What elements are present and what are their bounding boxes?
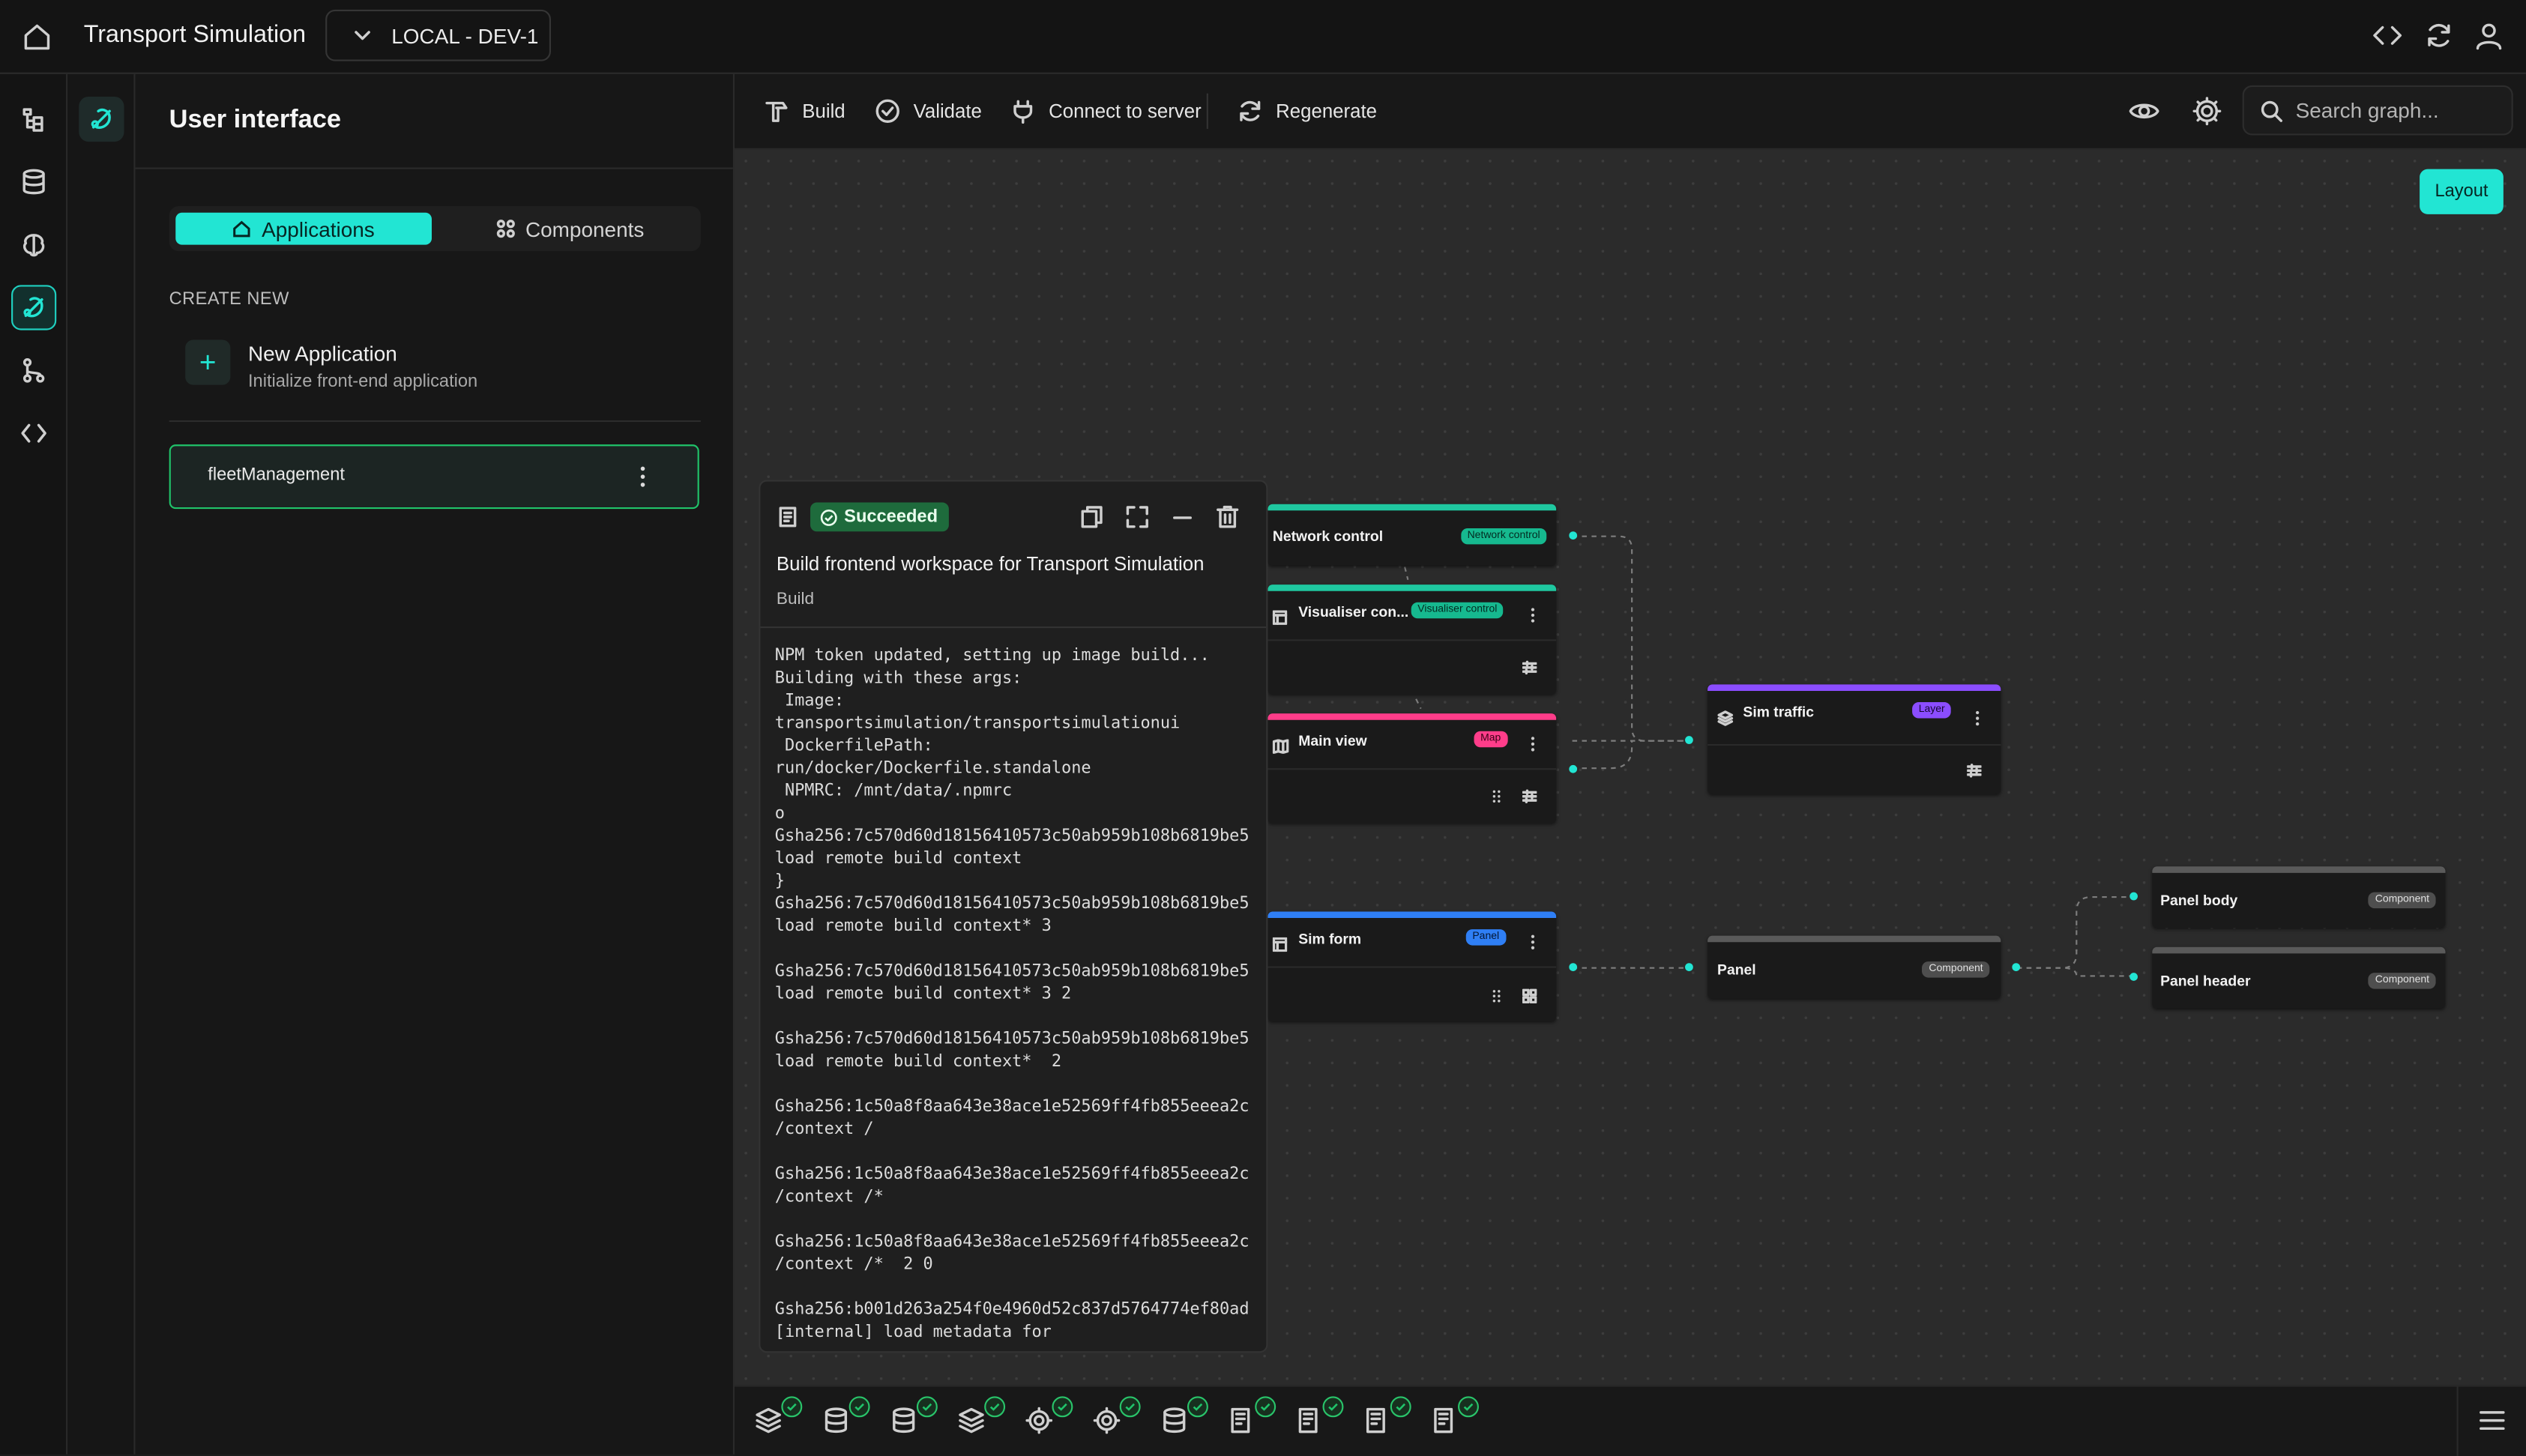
node-sim-form[interactable]: Sim form Panel xyxy=(1267,911,1557,1021)
node-handle[interactable] xyxy=(2012,963,2021,971)
panel-icon xyxy=(1272,610,1288,625)
node-label: Panel header xyxy=(2160,973,2251,989)
node-divider xyxy=(1267,768,1557,770)
success-check-icon xyxy=(1187,1396,1208,1418)
success-check-icon xyxy=(1390,1396,1411,1418)
map-icon xyxy=(1272,739,1289,754)
build-title: Build frontend workspace for Transport S… xyxy=(776,552,1205,576)
node-panel[interactable]: Panel Component xyxy=(1707,935,2001,999)
node-label: Network control xyxy=(1272,528,1384,545)
document-icon[interactable] xyxy=(1363,1406,1392,1435)
success-check-icon xyxy=(1052,1396,1073,1418)
node-handle[interactable] xyxy=(1685,963,1693,971)
task-bar xyxy=(735,1385,2526,1456)
drag-handle-icon[interactable] xyxy=(1492,989,1501,1003)
sliders-icon[interactable] xyxy=(1522,660,1537,675)
node-label: Panel body xyxy=(2160,892,2238,909)
node-label: Sim traffic xyxy=(1743,704,1815,720)
node-divider xyxy=(1267,639,1557,641)
build-log-window: Succeeded Build frontend workspace for T… xyxy=(759,480,1268,1353)
node-badge: Component xyxy=(2369,892,2436,909)
drag-handle-icon[interactable] xyxy=(1492,789,1501,803)
success-check-icon xyxy=(1458,1396,1479,1418)
node-bar xyxy=(1707,684,2001,692)
success-check-icon xyxy=(1322,1396,1344,1418)
check-circle-icon xyxy=(820,508,838,526)
document-icon[interactable] xyxy=(1295,1406,1324,1435)
node-bar xyxy=(1707,935,2001,943)
node-divider xyxy=(1267,966,1557,968)
node-sim-traffic[interactable]: Sim traffic Layer xyxy=(1707,684,2001,794)
node-badge: Network control xyxy=(1460,528,1547,545)
node-bar xyxy=(2152,946,2446,954)
node-badge: Layer xyxy=(1912,702,1952,719)
node-bar xyxy=(1267,504,1557,511)
node-label: Main view xyxy=(1298,732,1367,749)
node-main-view[interactable]: Main view Map xyxy=(1267,713,1557,824)
node-network-control[interactable]: Network control Network control xyxy=(1267,504,1557,566)
copy-icon[interactable] xyxy=(1079,504,1105,530)
node-handle[interactable] xyxy=(2129,892,2138,901)
node-badge: Map xyxy=(1474,731,1507,748)
node-badge: Visualiser control xyxy=(1411,602,1504,619)
node-visualiser-control[interactable]: Visualiser con... Visualiser control xyxy=(1267,584,1557,695)
success-check-icon xyxy=(781,1396,803,1418)
document-icon[interactable] xyxy=(1430,1406,1459,1435)
node-badge: Component xyxy=(1922,961,1990,978)
layers-icon[interactable] xyxy=(957,1406,986,1435)
node-panel-body[interactable]: Panel body Component xyxy=(2152,866,2446,928)
more-options-icon[interactable] xyxy=(1531,934,1535,950)
database-icon[interactable] xyxy=(822,1406,851,1435)
build-log-output[interactable]: NPM token updated, setting up image buil… xyxy=(775,646,1267,1345)
node-badge: Panel xyxy=(1465,929,1506,946)
more-options-icon[interactable] xyxy=(1531,607,1535,623)
node-bar xyxy=(1267,584,1557,591)
trash-icon[interactable] xyxy=(1214,504,1240,530)
node-handle[interactable] xyxy=(2129,973,2138,981)
success-check-icon xyxy=(848,1396,870,1418)
node-bar xyxy=(2152,866,2446,873)
success-check-icon xyxy=(1119,1396,1141,1418)
node-handle[interactable] xyxy=(1569,963,1578,971)
success-check-icon xyxy=(984,1396,1006,1418)
layers-icon[interactable] xyxy=(754,1406,783,1435)
more-options-icon[interactable] xyxy=(1531,736,1535,752)
more-options-icon[interactable] xyxy=(1975,710,1980,726)
node-handle[interactable] xyxy=(1569,531,1578,540)
components-icon[interactable] xyxy=(1522,988,1537,1003)
status-text: Succeeded xyxy=(844,507,938,527)
sliders-icon[interactable] xyxy=(1967,764,1982,778)
node-panel-header[interactable]: Panel header Component xyxy=(2152,946,2446,1009)
document-icon[interactable] xyxy=(1228,1406,1257,1435)
status-badge: Succeeded xyxy=(810,502,950,532)
panel-icon xyxy=(1272,937,1288,952)
node-label: Panel xyxy=(1717,961,1756,978)
node-bar xyxy=(1267,713,1557,720)
node-handle[interactable] xyxy=(1685,736,1693,744)
node-label: Visualiser con... xyxy=(1298,603,1409,620)
node-handle[interactable] xyxy=(1569,764,1578,773)
gear-icon[interactable] xyxy=(1092,1406,1121,1435)
success-check-icon xyxy=(916,1396,938,1418)
build-subtitle: Build xyxy=(776,589,815,609)
sliders-icon[interactable] xyxy=(1522,789,1537,804)
menu-button[interactable] xyxy=(2456,1386,2526,1456)
node-badge: Component xyxy=(2369,973,2436,989)
node-bar xyxy=(1267,911,1557,919)
success-check-icon xyxy=(1255,1396,1276,1418)
node-divider xyxy=(1707,743,2001,746)
database-icon[interactable] xyxy=(889,1406,918,1435)
layers-icon xyxy=(1717,710,1734,726)
hamburger-icon xyxy=(2480,1410,2505,1432)
database-icon[interactable] xyxy=(1160,1406,1189,1435)
minimize-icon[interactable] xyxy=(1169,504,1195,530)
document-icon xyxy=(777,506,799,528)
gear-icon[interactable] xyxy=(1025,1406,1054,1435)
node-label: Sim form xyxy=(1298,931,1362,947)
fullscreen-icon[interactable] xyxy=(1124,504,1150,530)
divider xyxy=(760,626,1267,629)
